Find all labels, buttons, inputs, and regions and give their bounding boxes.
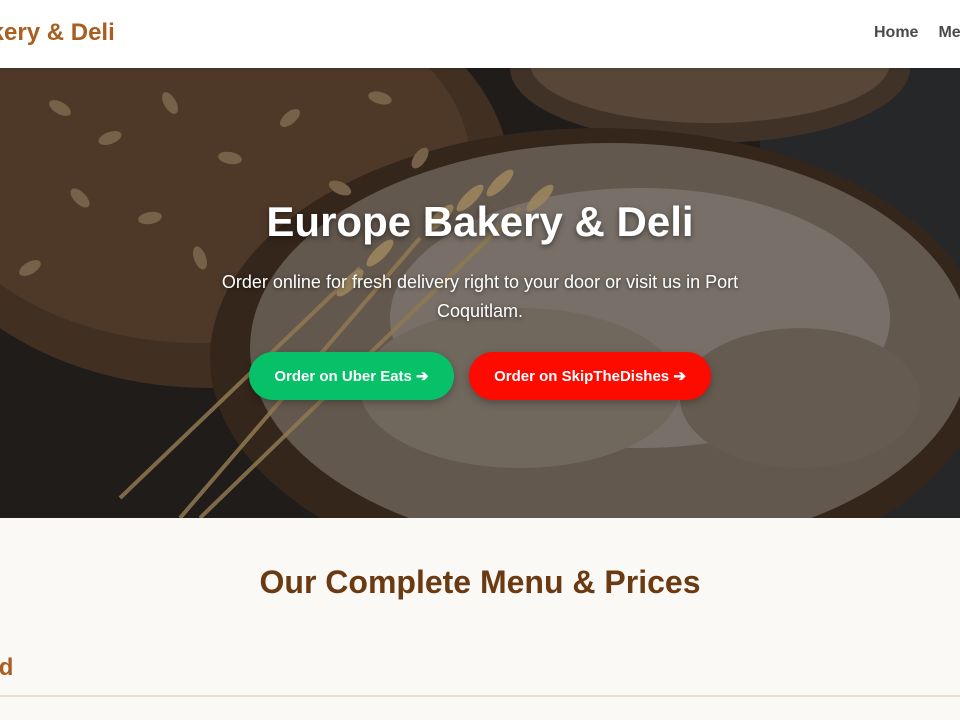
site-brand[interactable]: Bakery & Deli xyxy=(0,19,115,47)
hero-subtitle: Order online for fresh delivery right to… xyxy=(221,272,739,321)
nav-link-home[interactable]: Home xyxy=(874,24,918,42)
menu-category-heading: ead xyxy=(0,654,14,681)
hero-section: Europe Bakery & Deli Order online for fr… xyxy=(0,68,960,518)
order-uber-eats-button[interactable]: Order on Uber Eats ➔ xyxy=(249,352,454,400)
site-header: Bakery & Deli Home Me xyxy=(0,0,960,68)
nav-link-menu[interactable]: Me xyxy=(938,24,960,42)
category-divider xyxy=(0,695,960,697)
order-skipthedishes-button[interactable]: Order on SkipTheDishes ➔ xyxy=(469,352,711,400)
menu-section-title: Our Complete Menu & Prices xyxy=(259,564,701,600)
hero-title: Europe Bakery & Deli xyxy=(266,198,694,245)
main-nav: Home Me xyxy=(874,24,960,42)
